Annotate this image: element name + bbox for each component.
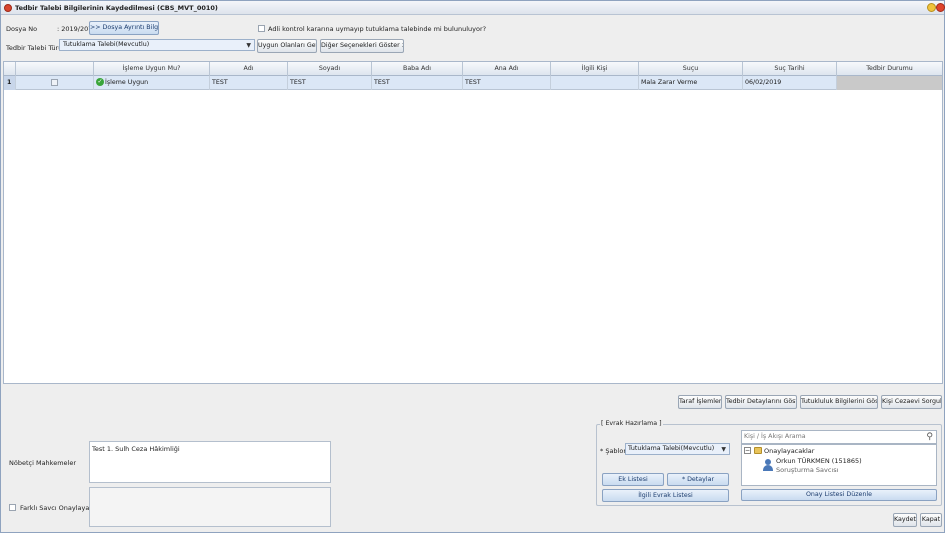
header-ana-adi[interactable]: Ana Adı bbox=[463, 62, 551, 76]
row-select-checkbox[interactable] bbox=[51, 79, 58, 86]
chevron-down-icon: ▼ bbox=[246, 42, 251, 49]
ilgili-evrak-button[interactable]: İlgili Evrak Listesi bbox=[602, 489, 729, 502]
sablon-value: Tutuklama Talebi(Mevcutlu) bbox=[628, 445, 715, 452]
header-sucu[interactable]: Suçu bbox=[639, 62, 743, 76]
header-soyadi[interactable]: Soyadı bbox=[288, 62, 372, 76]
farkli-savci-field[interactable] bbox=[89, 487, 331, 527]
cell-suc-tarihi: 06/02/2019 bbox=[743, 76, 837, 90]
header-select bbox=[16, 62, 94, 76]
header-tedbir-durumu[interactable]: Tedbir Durumu bbox=[837, 62, 942, 76]
header-isleme-uygun[interactable]: İşleme Uygun Mu? bbox=[94, 62, 210, 76]
dosya-no-label: Dosya No bbox=[6, 25, 38, 33]
nobetci-label: Nöbetçi Mahkemeler bbox=[9, 459, 77, 467]
header-rownum bbox=[4, 62, 16, 76]
nobetci-list[interactable]: Test 1. Sulh Ceza Hâkimliği bbox=[89, 441, 331, 483]
diger-secenekler-button[interactable]: Diğer Seçenekleri Göster >> bbox=[320, 39, 404, 53]
cell-soyadi: TEST bbox=[288, 76, 372, 90]
tedbir-table: İşleme Uygun Mu? Adı Soyadı Baba Adı Ana… bbox=[3, 61, 943, 384]
tree-role-label: Soruşturma Savcısı bbox=[776, 466, 839, 474]
cell-baba-adi: TEST bbox=[372, 76, 463, 90]
dosya-ayrinti-button[interactable]: >> Dosya Ayrıntı Bilgileri bbox=[89, 21, 159, 35]
onaylayacaklar-tree: − Onaylayacaklar Orkun TÜRKMEN (151865) … bbox=[741, 444, 937, 486]
uygun-getir-button[interactable]: Uygun Olanları Getir bbox=[257, 39, 317, 53]
tutukluluk-bilgileri-button[interactable]: Tutukluluk Bilgilerini Göster bbox=[800, 395, 878, 409]
cell-ilgili-kisi bbox=[551, 76, 639, 90]
isleme-uygun-text: İşleme Uygun bbox=[105, 79, 149, 86]
kisi-cezaevi-button[interactable]: Kişi Cezaevi Sorgula bbox=[881, 395, 942, 409]
tree-root-label[interactable]: Onaylayacaklar bbox=[764, 447, 814, 455]
row-select-cell bbox=[16, 76, 94, 90]
check-circle-icon: ✓ bbox=[96, 78, 104, 86]
kisi-search-input[interactable]: Kişi / İş Akışı Arama ⚲ bbox=[741, 430, 937, 444]
title-bar: Tedbir Talebi Bilgilerinin Kaydedilmesi … bbox=[1, 1, 945, 15]
evrak-hazirlama-title: [ Evrak Hazırlama ] bbox=[600, 420, 663, 427]
search-icon[interactable]: ⚲ bbox=[926, 431, 933, 443]
sablon-label: * Şablon bbox=[600, 447, 628, 455]
chevron-down-icon: ▼ bbox=[721, 446, 726, 453]
adli-kontrol-checkbox[interactable] bbox=[258, 25, 265, 32]
tedbir-turu-select[interactable]: Tutuklama Talebi(Mevcutlu) ▼ bbox=[59, 39, 255, 51]
tedbir-detaylari-button[interactable]: Tedbir Detaylarını Göster bbox=[725, 395, 797, 409]
window-title: Tedbir Talebi Bilgilerinin Kaydedilmesi … bbox=[15, 4, 218, 12]
kapat-button[interactable]: Kapat bbox=[920, 513, 942, 527]
row-number: 1 bbox=[4, 76, 16, 90]
cell-tedbir-durumu bbox=[837, 76, 942, 90]
tree-person-label[interactable]: Orkun TÜRKMEN (151865) bbox=[776, 457, 862, 465]
ek-listesi-button[interactable]: Ek Listesi bbox=[602, 473, 664, 486]
tree-collapse-icon[interactable]: − bbox=[744, 447, 751, 454]
cell-isleme-uygun: ✓ İşleme Uygun bbox=[94, 76, 210, 90]
dosya-no-value: : 2019/207 bbox=[57, 25, 93, 33]
farkli-savci-checkbox[interactable] bbox=[9, 504, 16, 511]
adli-kontrol-label: Adli kontrol kararına uymayıp tutuklama … bbox=[268, 25, 487, 33]
minimize-button[interactable] bbox=[927, 3, 936, 12]
onay-listesi-button[interactable]: Onay Listesi Düzenle bbox=[741, 489, 937, 501]
header-baba-adi[interactable]: Baba Adı bbox=[372, 62, 463, 76]
close-button[interactable] bbox=[936, 3, 945, 12]
cell-sucu: Mala Zarar Verme bbox=[639, 76, 743, 90]
app-icon bbox=[4, 4, 12, 12]
tedbir-turu-value: Tutuklama Talebi(Mevcutlu) bbox=[63, 41, 150, 48]
cell-adi: TEST bbox=[210, 76, 288, 90]
detaylar-button[interactable]: * Detaylar bbox=[667, 473, 729, 486]
taraf-islemleri-button[interactable]: Taraf İşlemleri bbox=[678, 395, 722, 409]
kaydet-button[interactable]: Kaydet bbox=[893, 513, 917, 527]
table-row[interactable]: 1 ✓ İşleme Uygun TEST TEST TEST TEST Mala… bbox=[4, 76, 942, 90]
header-suc-tarihi[interactable]: Suç Tarihi bbox=[743, 62, 837, 76]
nobetci-value[interactable]: Test 1. Sulh Ceza Hâkimliği bbox=[92, 445, 180, 453]
user-icon bbox=[763, 459, 773, 471]
cell-ana-adi: TEST bbox=[463, 76, 551, 90]
tedbir-turu-label: Tedbir Talebi Türü : bbox=[6, 44, 67, 52]
header-adi[interactable]: Adı bbox=[210, 62, 288, 76]
table-header: İşleme Uygun Mu? Adı Soyadı Baba Adı Ana… bbox=[4, 62, 942, 76]
kisi-search-placeholder: Kişi / İş Akışı Arama bbox=[744, 433, 806, 440]
main-window: Tedbir Talebi Bilgilerinin Kaydedilmesi … bbox=[0, 0, 945, 533]
header-ilgili-kisi[interactable]: İlgili Kişi bbox=[551, 62, 639, 76]
folder-icon bbox=[754, 447, 762, 454]
sablon-select[interactable]: Tutuklama Talebi(Mevcutlu) ▼ bbox=[625, 443, 730, 455]
